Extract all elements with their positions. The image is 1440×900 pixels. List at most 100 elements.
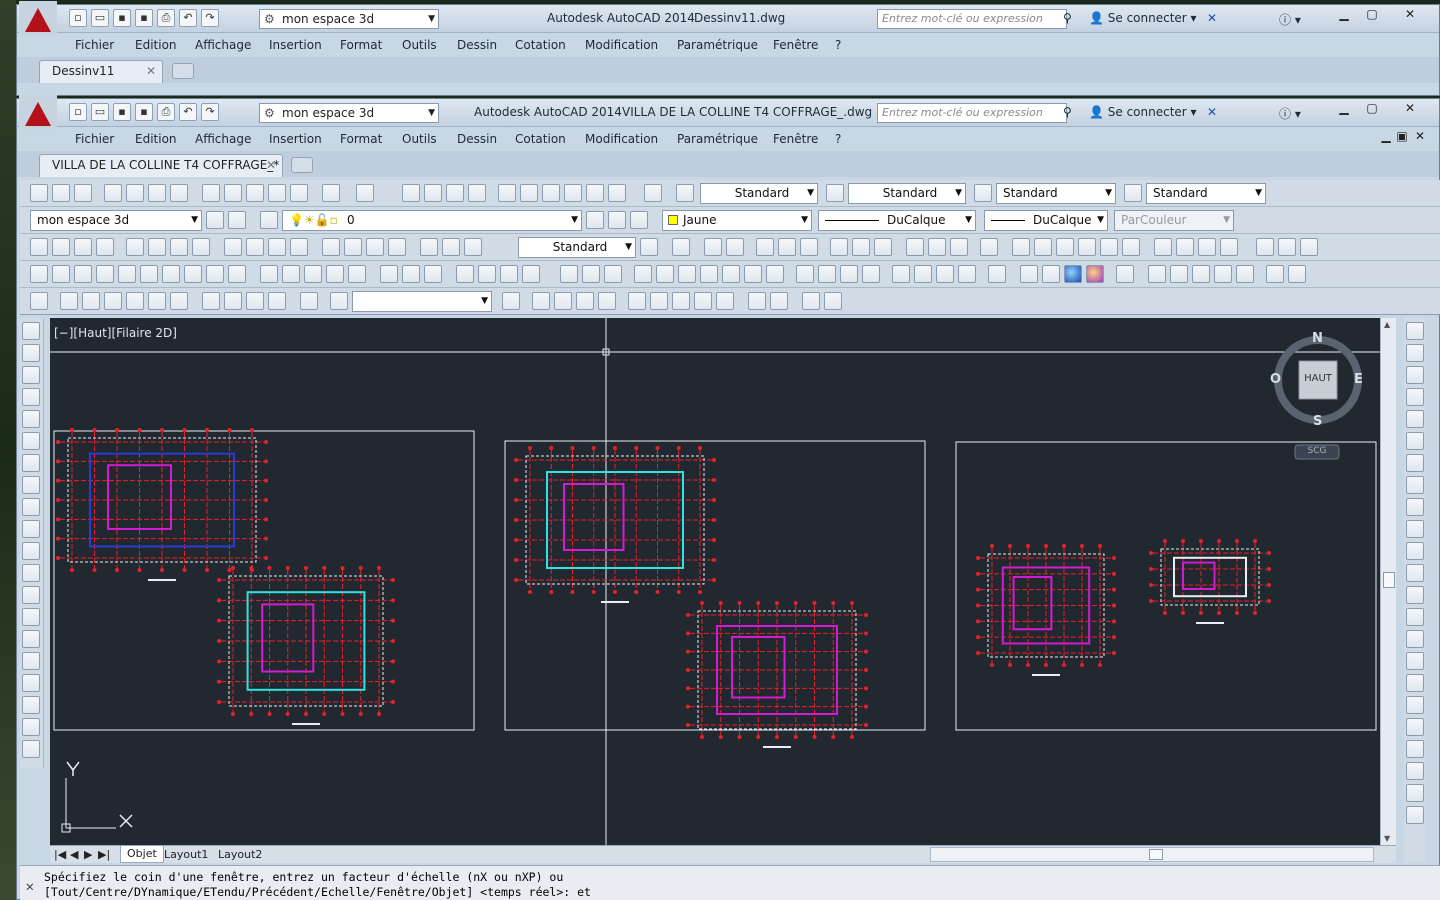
saveas-icon[interactable]: ▪: [135, 103, 153, 121]
hide-icon[interactable]: [988, 265, 1006, 283]
quick-dim-icon[interactable]: [224, 238, 242, 256]
menu-affichage[interactable]: Affichage: [195, 132, 251, 146]
menu-fichier[interactable]: Fichier: [75, 132, 114, 146]
menu-affichage[interactable]: Affichage: [195, 38, 251, 52]
draworder-under-icon[interactable]: [1406, 784, 1424, 802]
offset-icon[interactable]: [1406, 388, 1424, 406]
extend-icon[interactable]: [1406, 542, 1424, 560]
clean-icon[interactable]: [892, 265, 910, 283]
linetype-combo[interactable]: DuCalque ▼: [818, 210, 976, 231]
animation-icon[interactable]: [268, 292, 286, 310]
doc-restore-button[interactable]: ▣: [1395, 129, 1409, 147]
autocad-logo-icon[interactable]: [19, 1, 57, 39]
workspace-settings-icon[interactable]: [206, 211, 224, 229]
circle-icon[interactable]: [22, 454, 40, 472]
undo-icon[interactable]: [322, 184, 340, 202]
menu-parametrique[interactable]: Paramétrique: [677, 38, 758, 52]
blend-icon[interactable]: [1406, 674, 1424, 692]
copy-faces-icon[interactable]: [766, 265, 784, 283]
delete-faces-icon[interactable]: [700, 265, 718, 283]
extrude-icon[interactable]: [260, 265, 278, 283]
field-icon[interactable]: [824, 292, 842, 310]
print-icon[interactable]: ⎙: [157, 9, 175, 27]
menu-modification[interactable]: Modification: [585, 132, 658, 146]
line-icon[interactable]: [22, 322, 40, 340]
block-editor-icon[interactable]: [290, 184, 308, 202]
visual-styles-manager-icon[interactable]: [1116, 265, 1134, 283]
zoom-window-icon[interactable]: [446, 184, 464, 202]
3dview-icon[interactable]: [1034, 238, 1052, 256]
menu-insertion[interactable]: Insertion: [269, 132, 322, 146]
open-icon[interactable]: [52, 184, 70, 202]
move-faces-icon[interactable]: [656, 265, 674, 283]
compass-south[interactable]: S: [1313, 414, 1322, 429]
torus-icon[interactable]: [162, 265, 180, 283]
ucs-icon[interactable]: [672, 238, 690, 256]
dim-style-combo-2[interactable]: Standard ▼: [518, 237, 636, 258]
plot-icon[interactable]: [104, 184, 122, 202]
stretch-icon[interactable]: [1406, 498, 1424, 516]
realistic-icon[interactable]: [1064, 265, 1082, 283]
ucs-face-icon[interactable]: [756, 238, 774, 256]
signin-link[interactable]: 👤 Se connecter ▾: [1089, 105, 1197, 119]
make-block-icon[interactable]: [22, 586, 40, 604]
polygonal-viewport-icon[interactable]: [104, 292, 122, 310]
redo-icon[interactable]: ↷: [201, 103, 219, 121]
drawing-viewport[interactable]: [−][Haut][Filaire 2D] HAUT N S E O SCG: [50, 318, 1380, 845]
mleader-style-combo[interactable]: Standard ▼: [1146, 183, 1266, 204]
3drotate-icon[interactable]: [478, 265, 496, 283]
jog-linear-icon[interactable]: [388, 238, 406, 256]
design-center-icon[interactable]: [520, 184, 538, 202]
bring-front-icon[interactable]: [532, 292, 550, 310]
mirror-icon[interactable]: [1406, 366, 1424, 384]
dim-text-edit-icon[interactable]: [442, 238, 460, 256]
table-style-combo[interactable]: Standard ▼: [996, 183, 1116, 204]
3dalign-icon[interactable]: [500, 265, 518, 283]
compass-east[interactable]: E: [1354, 372, 1363, 387]
table-icon[interactable]: [802, 292, 820, 310]
command-line[interactable]: ✕ Spécifiez le coin d'une fenêtre, entre…: [20, 865, 1440, 900]
open-icon[interactable]: ▭: [91, 103, 109, 121]
bring-above-icon[interactable]: [576, 292, 594, 310]
dim-style-icon[interactable]: [826, 184, 844, 202]
erase-icon[interactable]: [1406, 322, 1424, 340]
ucs-view-icon[interactable]: [800, 238, 818, 256]
new-icon[interactable]: [30, 184, 48, 202]
back-view-icon[interactable]: [1122, 238, 1140, 256]
polysolid-icon[interactable]: [30, 265, 48, 283]
draworder-front-icon[interactable]: [1406, 718, 1424, 736]
diameter-icon[interactable]: [170, 238, 188, 256]
scroll-down-arrow[interactable]: ▼: [1384, 834, 1390, 843]
menu-outils[interactable]: Outils: [402, 38, 437, 52]
doc-close-button[interactable]: ✕: [1413, 129, 1427, 147]
zoom-previous-icon[interactable]: [468, 184, 486, 202]
save-icon[interactable]: ▪: [113, 9, 131, 27]
layer-manager-icon[interactable]: [260, 211, 278, 229]
tab-layout2[interactable]: Layout2: [218, 848, 262, 861]
angular-icon[interactable]: [192, 238, 210, 256]
sheet-set-icon[interactable]: [564, 184, 582, 202]
ucs-button-label[interactable]: SCG: [1295, 446, 1339, 456]
wedge-icon[interactable]: [74, 265, 92, 283]
compass-north[interactable]: N: [1312, 331, 1323, 346]
layer-combo[interactable]: 💡☀🔓▫ 0 ▼: [282, 210, 582, 231]
preview-icon[interactable]: [126, 184, 144, 202]
rotate-faces-icon[interactable]: [722, 265, 740, 283]
ne-iso-icon[interactable]: [1198, 238, 1216, 256]
make-current-icon[interactable]: [586, 211, 604, 229]
construction-line-icon[interactable]: [22, 344, 40, 362]
mleader-style-icon[interactable]: [1124, 184, 1142, 202]
ellipse-icon[interactable]: [22, 520, 40, 538]
fillet-icon[interactable]: [1406, 652, 1424, 670]
prev-layout-arrow[interactable]: ◀: [70, 848, 78, 861]
join-icon[interactable]: [1406, 608, 1424, 626]
layer-previous-icon[interactable]: [608, 211, 626, 229]
layer-state-icon[interactable]: [630, 211, 648, 229]
intersect-2-icon[interactable]: [604, 265, 622, 283]
cylinder-icon[interactable]: [140, 265, 158, 283]
menu-format[interactable]: Format: [340, 38, 382, 52]
ucs-x-icon[interactable]: [906, 238, 924, 256]
3dprint-icon[interactable]: [170, 184, 188, 202]
properties-icon[interactable]: [498, 184, 516, 202]
pan-icon[interactable]: [402, 184, 420, 202]
